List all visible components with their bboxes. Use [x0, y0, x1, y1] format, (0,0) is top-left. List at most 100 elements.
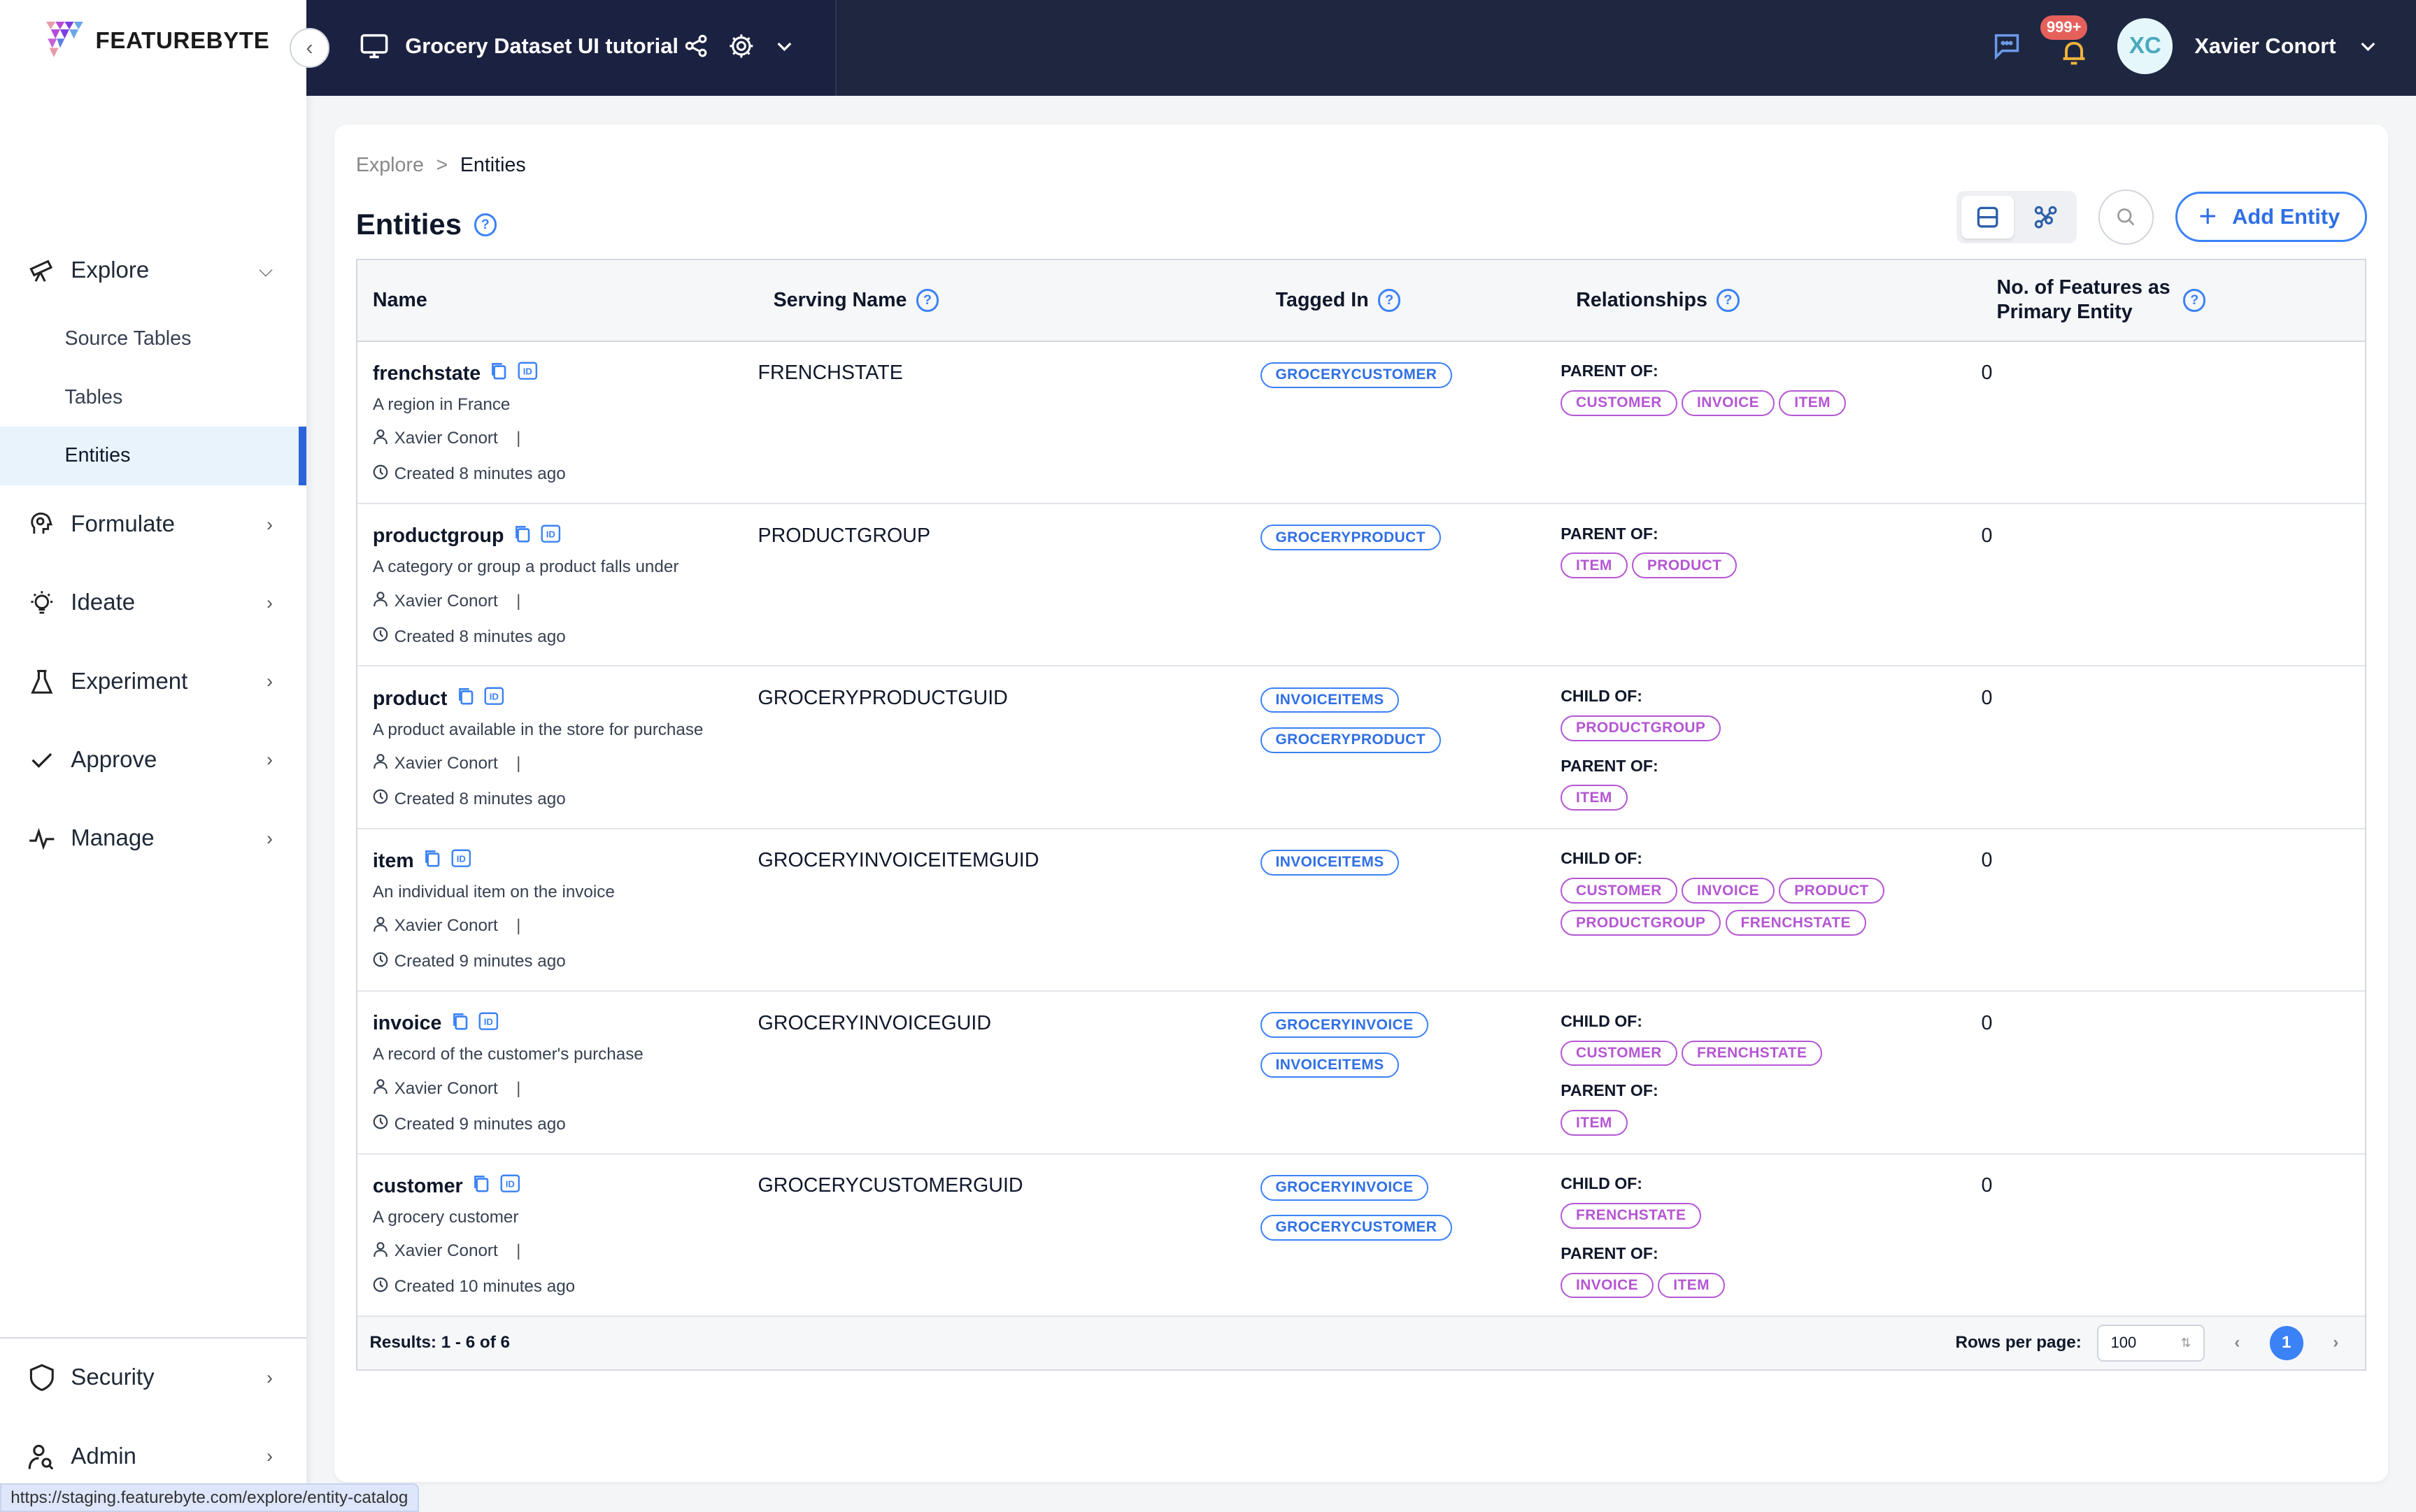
rows-per-page-select[interactable]: 100 ⇅	[2096, 1324, 2205, 1362]
relationship-entity-tag[interactable]: INVOICE	[1682, 878, 1775, 904]
cell-relationships: CHILD OF: FRENCHSTATE PARENT OF: INVOICE…	[1561, 1155, 1963, 1315]
copy-icon[interactable]	[490, 362, 508, 385]
copy-icon[interactable]	[423, 849, 441, 873]
page-1-button[interactable]: 1	[2269, 1326, 2303, 1360]
sidebar-item-manage[interactable]: Manage ›	[0, 799, 306, 878]
breadcrumb-explore[interactable]: Explore	[356, 154, 424, 177]
help-icon[interactable]: ?	[1717, 289, 1740, 312]
relationship-entity-tag[interactable]: CUSTOMER	[1561, 390, 1677, 416]
copy-icon[interactable]	[513, 525, 532, 548]
entity-name[interactable]: customer	[373, 1175, 463, 1198]
notifications-button[interactable]: 999+	[2040, 15, 2096, 73]
relationship-entity-tag[interactable]: PRODUCTGROUP	[1561, 715, 1721, 741]
id-icon[interactable]: ID	[484, 687, 504, 711]
column-header-name[interactable]: Name	[357, 289, 774, 312]
table-row[interactable]: item ID An individual item on the invoic…	[357, 829, 2366, 992]
tagged-in-tag[interactable]: GROCERYCUSTOMER	[1260, 362, 1453, 388]
entity-name[interactable]: product	[373, 687, 448, 711]
copy-icon[interactable]	[472, 1174, 490, 1198]
entity-name[interactable]: frenchstate	[373, 362, 481, 385]
sidebar-subitem-source-tables[interactable]: Source Tables	[0, 310, 306, 369]
help-icon[interactable]: ?	[474, 213, 497, 236]
chevron-down-icon[interactable]	[774, 36, 795, 57]
tagged-in-tag[interactable]: GROCERYINVOICE	[1260, 1012, 1429, 1039]
sidebar-item-experiment[interactable]: Experiment ›	[0, 643, 306, 721]
tagged-in-tag[interactable]: INVOICEITEMS	[1260, 687, 1400, 713]
relationship-entity-tag[interactable]: ITEM	[1779, 390, 1846, 416]
table-row[interactable]: invoice ID A record of the customer's pu…	[357, 992, 2366, 1155]
tagged-in-tag[interactable]: GROCERYPRODUCT	[1260, 525, 1441, 550]
copy-icon[interactable]	[457, 687, 475, 711]
logo[interactable]: FEATUREBYTE	[46, 21, 269, 62]
help-icon[interactable]: ?	[2183, 289, 2206, 312]
entity-name[interactable]: item	[373, 850, 414, 873]
column-header-features[interactable]: No. of Features as Primary Entity?	[1978, 276, 2365, 326]
tagged-in-tag[interactable]: INVOICEITEMS	[1260, 850, 1400, 876]
id-icon[interactable]: ID	[451, 849, 471, 873]
relationship-entity-tag[interactable]: FRENCHSTATE	[1561, 1202, 1702, 1229]
column-header-tagged-in[interactable]: Tagged In?	[1276, 289, 1577, 312]
column-header-relationships[interactable]: Relationships?	[1576, 289, 1978, 312]
table-row[interactable]: customer ID A grocery customer Xavier Co…	[357, 1155, 2366, 1317]
relationship-entity-tag[interactable]: PRODUCT	[1632, 552, 1738, 579]
user-name[interactable]: Xavier Conort	[2194, 34, 2336, 59]
entity-description: A product available in the store for pur…	[372, 720, 704, 739]
relationship-group: CHILD OF: CUSTOMER FRENCHSTATE	[1561, 1012, 1963, 1072]
relationship-entity-tag[interactable]: FRENCHSTATE	[1682, 1040, 1823, 1067]
table-row[interactable]: frenchstate ID A region in France Xavier…	[357, 342, 2366, 504]
sidebar-subitem-entities[interactable]: Entities	[0, 427, 307, 485]
relationship-entity-tag[interactable]: PRODUCT	[1779, 878, 1884, 904]
relationship-entity-tag[interactable]: FRENCHSTATE	[1725, 910, 1866, 936]
column-header-serving-name[interactable]: Serving Name?	[774, 289, 1276, 312]
table-row[interactable]: product ID A product available in the st…	[357, 666, 2366, 829]
sidebar-item-explore[interactable]: Explore ⌵	[0, 231, 306, 309]
id-icon[interactable]: ID	[478, 1012, 499, 1036]
copy-icon[interactable]	[451, 1012, 469, 1036]
cell-serving-name: GROCERYINVOICEGUID	[758, 992, 1260, 1153]
sidebar-item-approve[interactable]: Approve ›	[0, 721, 306, 799]
chevron-left-icon: ‹	[306, 35, 313, 60]
tagged-in-tag[interactable]: INVOICEITEMS	[1260, 1052, 1400, 1078]
sidebar-item-ideate[interactable]: Ideate ›	[0, 564, 306, 642]
relationship-entity-tag[interactable]: ITEM	[1561, 1110, 1628, 1136]
relationship-entity-tag[interactable]: CUSTOMER	[1561, 878, 1677, 904]
relationship-entity-tag[interactable]: INVOICE	[1561, 1272, 1654, 1299]
project-title-block[interactable]: Grocery Dataset UI tutorial	[359, 31, 678, 62]
id-icon[interactable]: ID	[541, 525, 561, 548]
table-row[interactable]: productgroup ID A category or group a pr…	[357, 504, 2366, 667]
relationship-entity-tag[interactable]: ITEM	[1658, 1272, 1725, 1299]
owner-name: Xavier Conort	[394, 591, 498, 611]
tagged-in-tag[interactable]: GROCERYINVOICE	[1260, 1174, 1429, 1201]
entity-name[interactable]: invoice	[373, 1012, 442, 1035]
entity-name[interactable]: productgroup	[373, 525, 504, 548]
sidebar-item-security[interactable]: Security ›	[0, 1339, 306, 1417]
help-icon[interactable]: ?	[1377, 289, 1401, 312]
gear-icon[interactable]	[727, 32, 755, 60]
relationship-entity-tag[interactable]: ITEM	[1561, 785, 1628, 811]
id-icon[interactable]: ID	[500, 1174, 520, 1198]
id-icon[interactable]: ID	[518, 362, 538, 385]
relationship-entity-tag[interactable]: CUSTOMER	[1561, 1040, 1677, 1067]
next-page-button[interactable]: ›	[2319, 1326, 2352, 1360]
relationship-entity-tag[interactable]: PRODUCTGROUP	[1561, 910, 1721, 936]
chat-icon[interactable]	[1991, 31, 2022, 62]
sidebar-item-formulate[interactable]: Formulate ›	[0, 485, 306, 564]
prev-page-button[interactable]: ‹	[2220, 1326, 2254, 1360]
sidebar-subitem-tables[interactable]: Tables	[0, 368, 306, 427]
tagged-in-tag[interactable]: GROCERYCUSTOMER	[1260, 1214, 1453, 1241]
table-view-button[interactable]	[1961, 195, 2014, 239]
collapse-sidebar-button[interactable]: ‹	[290, 27, 329, 68]
chevron-down-icon[interactable]	[2357, 36, 2379, 57]
add-entity-button[interactable]: + Add Entity	[2175, 192, 2367, 243]
cell-serving-name: GROCERYCUSTOMERGUID	[758, 1155, 1260, 1315]
share-icon[interactable]	[684, 34, 709, 58]
avatar[interactable]: XC	[2117, 18, 2173, 74]
sidebar-item-label: Approve	[71, 746, 157, 773]
help-icon[interactable]: ?	[916, 289, 939, 312]
tagged-in-tag[interactable]: GROCERYPRODUCT	[1260, 727, 1441, 753]
entity-owner: Xavier Conort |	[373, 916, 758, 936]
relationship-entity-tag[interactable]: INVOICE	[1682, 390, 1775, 416]
relationship-entity-tag[interactable]: ITEM	[1561, 552, 1628, 579]
search-button[interactable]	[2098, 189, 2154, 245]
graph-view-button[interactable]	[2020, 196, 2073, 239]
